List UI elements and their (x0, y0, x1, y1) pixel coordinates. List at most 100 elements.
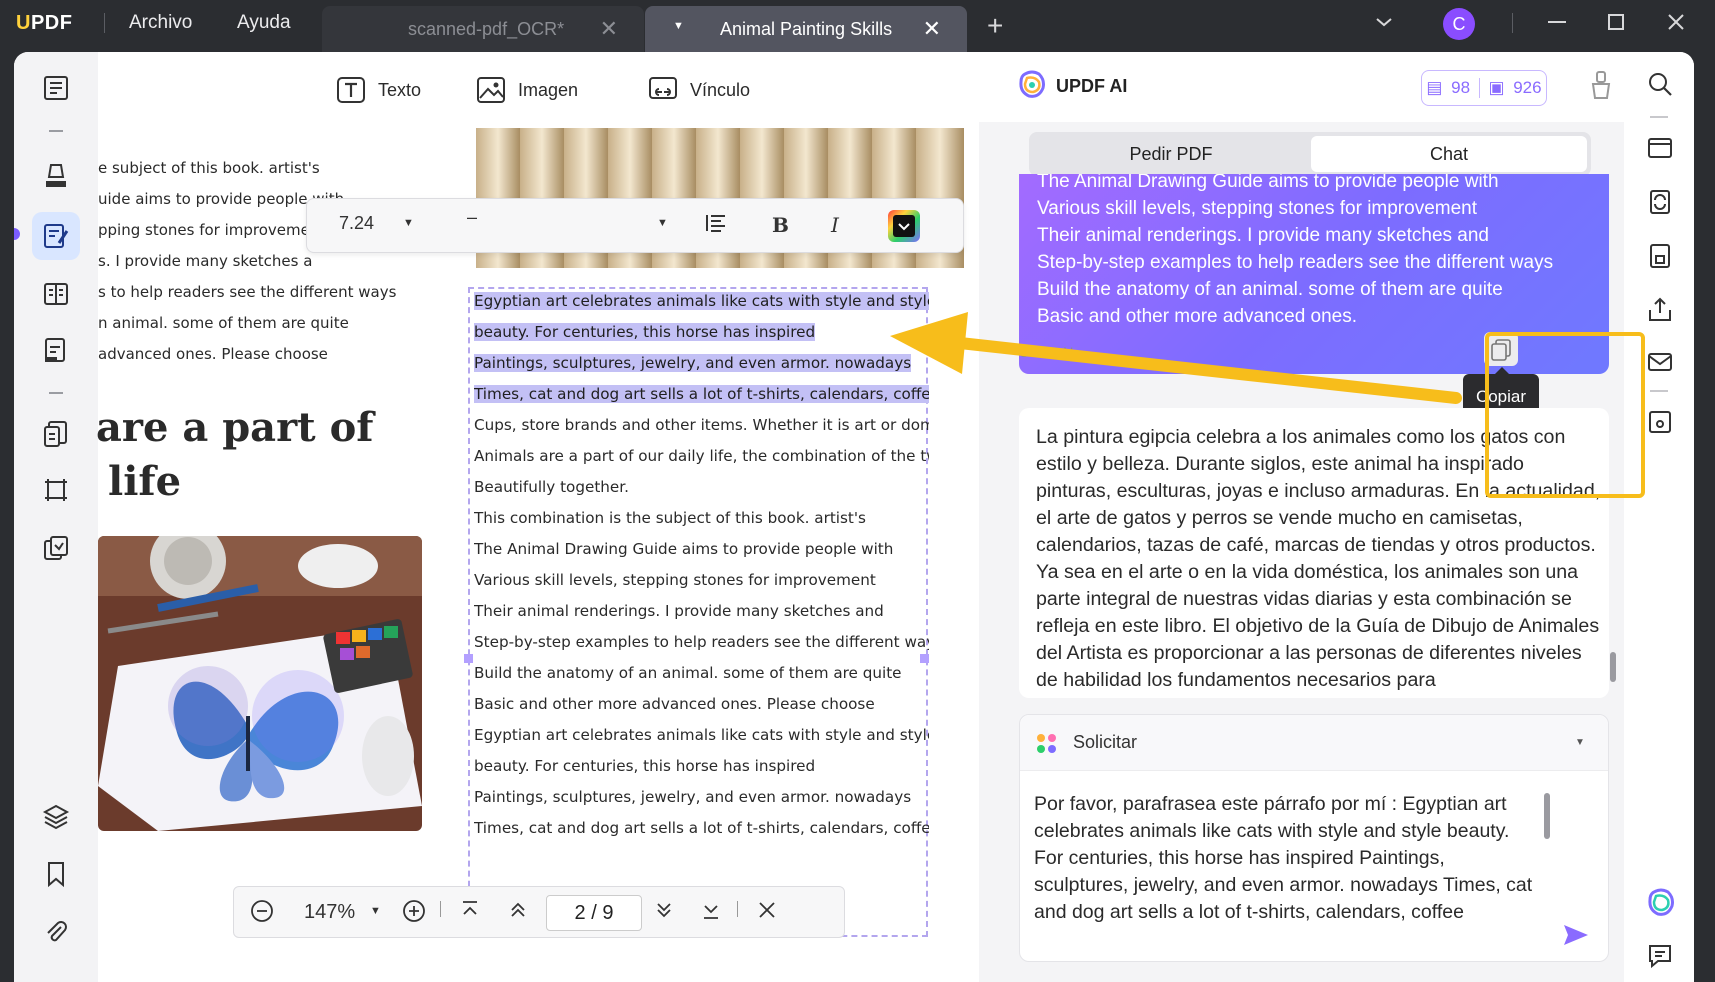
left-tool-rail (14, 52, 98, 982)
align-left-icon[interactable] (705, 213, 727, 238)
page-indicator[interactable]: 2 / 9 (546, 895, 642, 931)
tab-pedir-pdf[interactable]: Pedir PDF (1033, 136, 1309, 172)
text-line: Cups, store brands and other items. Whet… (474, 416, 929, 434)
chevron-down-icon[interactable]: ▼ (1575, 737, 1585, 748)
text-format-bar: 7.24 ▼ – ▼ B I (306, 198, 964, 253)
maximize-icon[interactable] (1606, 12, 1626, 38)
user-message-text: The Animal Drawing Guide aims to provide… (1037, 174, 1553, 330)
text-line: Times, cat and dog art sells a lot of t-… (474, 819, 929, 837)
bookmark-icon[interactable] (40, 858, 72, 890)
left-column-text: e subject of this book. artist's uide ai… (98, 153, 396, 370)
title-separator (104, 13, 105, 33)
text-line: Basic and other more advanced ones. Plea… (474, 695, 875, 713)
ocr-icon[interactable] (1646, 134, 1674, 162)
selected-text-line[interactable]: Paintings, sculptures, jewelry, and even… (474, 354, 912, 372)
zoom-in-icon[interactable] (402, 899, 426, 929)
close-window-icon[interactable] (1666, 12, 1686, 38)
prompt-composer: Solicitar ▼ Por favor, parafrasea este p… (1019, 714, 1609, 962)
convert-icon[interactable] (40, 418, 72, 450)
layers-icon[interactable] (40, 800, 72, 832)
tab-close-icon[interactable]: ✕ (600, 16, 618, 42)
protect-icon[interactable] (1646, 242, 1674, 270)
first-page-icon[interactable] (460, 899, 480, 927)
selected-text-line[interactable]: beauty. For centuries, this horse has in… (474, 323, 816, 341)
chevron-down-icon[interactable]: ▼ (657, 217, 668, 229)
chevron-down-icon[interactable]: ▼ (370, 905, 381, 917)
zoom-page-bar: 147% ▼ 2 / 9 (233, 886, 845, 938)
ai-header: UPDF AI ▤ 98 ▣ 926 (979, 52, 1625, 122)
zoom-level[interactable]: 147% (304, 901, 355, 924)
new-tab-button[interactable]: + (987, 10, 1003, 42)
rail-separator (1650, 116, 1668, 118)
email-icon[interactable] (1646, 348, 1674, 376)
link-tool-label: Vínculo (690, 79, 751, 100)
italic-button[interactable]: I (831, 213, 839, 237)
form-icon[interactable] (40, 334, 72, 366)
zoom-out-icon[interactable] (250, 899, 274, 929)
editable-paragraph[interactable]: Egyptian art celebrates animals like cat… (474, 286, 929, 856)
tab-scanned-pdf[interactable]: scanned-pdf_OCR* ✕ (322, 6, 644, 52)
prompt-input[interactable]: Por favor, parafrasea este párrafo por m… (1034, 791, 1534, 926)
minimize-icon[interactable] (1546, 12, 1568, 38)
tab-animal-painting-skills[interactable]: ▼ Animal Painting Skills ✕ (645, 6, 967, 52)
add-link-button[interactable]: Vínculo (648, 76, 750, 104)
tab-dropdown-icon[interactable]: ▼ (673, 20, 684, 32)
bold-button[interactable]: B (772, 213, 789, 237)
chevron-down-icon[interactable] (1374, 12, 1394, 38)
chat-scrollbar[interactable] (1610, 652, 1616, 682)
credits-badge[interactable]: ▤ 98 ▣ 926 (1421, 70, 1547, 106)
updf-ai-icon[interactable] (1646, 888, 1674, 916)
share-icon[interactable] (1646, 296, 1674, 324)
current-page[interactable]: 2 (575, 902, 586, 924)
tab-close-icon[interactable]: ✕ (923, 16, 941, 42)
message-line: Step-by-step examples to help readers se… (1037, 252, 1554, 273)
text-line: Paintings, sculptures, jewelry, and even… (474, 788, 912, 806)
convert-pdf-icon[interactable] (1646, 188, 1674, 216)
page-organize-icon[interactable] (40, 278, 72, 310)
last-page-icon[interactable] (701, 899, 721, 927)
menu-archivo[interactable]: Archivo (129, 12, 192, 34)
text-line: Animals are a part of our daily life, th… (474, 447, 929, 465)
color-picker-button[interactable] (887, 209, 921, 248)
zoom-separator (440, 901, 441, 917)
tab-chat[interactable]: Chat (1311, 136, 1587, 172)
tab-label: scanned-pdf_OCR* (408, 18, 565, 39)
resize-handle[interactable] (464, 654, 473, 663)
font-size-dropdown[interactable]: 7.24 (339, 213, 374, 234)
search-icon[interactable] (1646, 70, 1674, 98)
prompt-dots-icon (1036, 733, 1058, 760)
clear-chat-icon[interactable] (1591, 70, 1611, 105)
menu-ayuda[interactable]: Ayuda (237, 12, 291, 34)
text-line: e subject of this book. artist's (98, 159, 320, 177)
text-line: advanced ones. Please choose (98, 345, 328, 363)
font-family-dropdown[interactable]: – (467, 207, 477, 228)
text-line: Their animal renderings. I provide many … (474, 602, 884, 620)
save-icon[interactable] (1646, 408, 1674, 436)
reader-icon[interactable] (40, 72, 72, 104)
send-icon[interactable] (1562, 923, 1590, 952)
selected-text-line[interactable]: Egyptian art celebrates animals like cat… (474, 292, 929, 310)
text-tool-label: Texto (378, 79, 422, 100)
text-line: s to help readers see the different ways (98, 283, 397, 301)
comment-highlighter-icon[interactable] (40, 160, 72, 192)
previous-page-icon[interactable] (508, 899, 528, 927)
avatar[interactable]: C (1443, 8, 1475, 40)
crop-icon[interactable] (40, 474, 72, 506)
add-image-button[interactable]: Imagen (476, 76, 578, 104)
document-credits: 98 (1451, 78, 1471, 97)
selected-text-line[interactable]: Times, cat and dog art sells a lot of t-… (474, 385, 929, 403)
next-page-icon[interactable] (654, 899, 674, 927)
prompt-scrollbar[interactable] (1544, 793, 1550, 839)
prompt-selector[interactable]: Solicitar ▼ (1020, 715, 1608, 771)
text-line: Egyptian art celebrates animals like cat… (474, 726, 929, 744)
chevron-down-icon[interactable]: ▼ (403, 217, 414, 229)
batch-icon[interactable] (40, 532, 72, 564)
butterfly-painting-image[interactable] (98, 536, 422, 831)
comments-icon[interactable] (1646, 942, 1674, 970)
add-text-button[interactable]: Texto (336, 76, 421, 104)
edit-pdf-icon[interactable] (40, 220, 72, 252)
annotation-highlight-frame (1485, 332, 1645, 498)
prompt-selector-label: Solicitar (1073, 732, 1138, 752)
close-zoom-bar-icon[interactable] (756, 899, 778, 927)
attachment-icon[interactable] (40, 916, 72, 948)
